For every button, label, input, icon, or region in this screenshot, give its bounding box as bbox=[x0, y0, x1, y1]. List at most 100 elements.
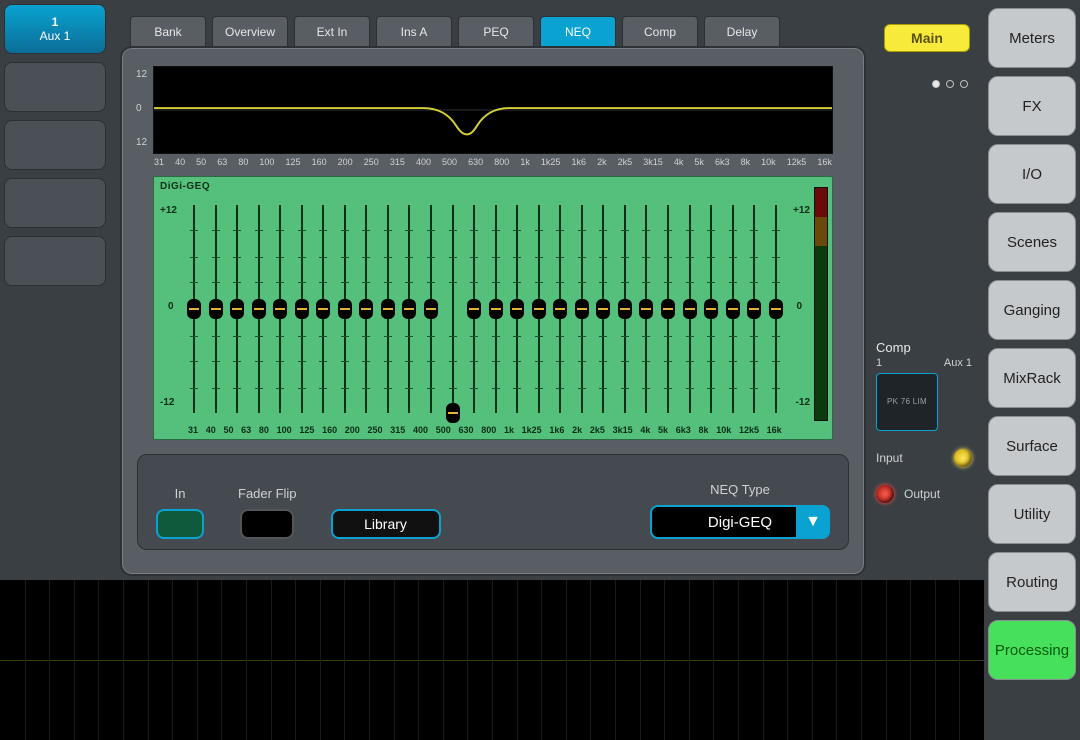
curve-x-tick: 8k bbox=[741, 157, 751, 167]
geq-band-label: 10k bbox=[716, 425, 731, 435]
geq-mark: +12 bbox=[160, 205, 177, 216]
fader-3k15[interactable] bbox=[619, 205, 631, 413]
tab-ins-a[interactable]: Ins A bbox=[376, 16, 452, 46]
nav-i-o[interactable]: I/O bbox=[988, 144, 1076, 204]
curve-x-axis: 3140506380100125160200250315400500630800… bbox=[154, 157, 832, 167]
fader-1k[interactable] bbox=[511, 205, 523, 413]
fader-flip-label: Fader Flip bbox=[238, 486, 297, 501]
fader-5k[interactable] bbox=[662, 205, 674, 413]
fader-1k25[interactable] bbox=[533, 205, 545, 413]
neq-type-select[interactable]: Digi-GEQ ▼ bbox=[650, 505, 830, 539]
geq-band-label: 630 bbox=[458, 425, 473, 435]
fader-31[interactable] bbox=[188, 205, 200, 413]
tab-bank[interactable]: Bank bbox=[130, 16, 206, 46]
fader-500[interactable] bbox=[447, 205, 459, 413]
nav-mixrack[interactable]: MixRack bbox=[988, 348, 1076, 408]
nav-fx[interactable]: FX bbox=[988, 76, 1076, 136]
fader-6k3[interactable] bbox=[684, 205, 696, 413]
tab-comp[interactable]: Comp bbox=[622, 16, 698, 46]
page-dots[interactable] bbox=[876, 80, 972, 100]
fader-40[interactable] bbox=[210, 205, 222, 413]
chevron-down-icon: ▼ bbox=[796, 505, 830, 539]
main-button-label: Main bbox=[911, 30, 943, 46]
tab-neq[interactable]: NEQ bbox=[540, 16, 616, 46]
left-slot-empty[interactable] bbox=[4, 178, 106, 228]
comp-mini-panel: Comp 1 Aux 1 PK 76 LIM Input Output bbox=[876, 80, 972, 503]
fader-4k[interactable] bbox=[640, 205, 652, 413]
fader-200[interactable] bbox=[360, 205, 372, 413]
fader-flip-toggle[interactable] bbox=[240, 509, 294, 539]
dot-2[interactable] bbox=[946, 80, 954, 88]
fader-100[interactable] bbox=[296, 205, 308, 413]
input-label: Input bbox=[876, 451, 903, 465]
left-slot-empty[interactable] bbox=[4, 120, 106, 170]
curve-x-tick: 125 bbox=[285, 157, 300, 167]
nav-processing[interactable]: Processing bbox=[988, 620, 1076, 680]
geq-band-label: 1k6 bbox=[549, 425, 564, 435]
geq-band-label: 1k25 bbox=[522, 425, 542, 435]
fader-2k5[interactable] bbox=[597, 205, 609, 413]
tab-overview[interactable]: Overview bbox=[212, 16, 288, 46]
nav-meters[interactable]: Meters bbox=[988, 8, 1076, 68]
geq-band-label: 125 bbox=[299, 425, 314, 435]
input-led-icon bbox=[954, 449, 972, 467]
left-slot-empty[interactable] bbox=[4, 62, 106, 112]
fader-250[interactable] bbox=[382, 205, 394, 413]
fader-160[interactable] bbox=[339, 205, 351, 413]
fader-10k[interactable] bbox=[727, 205, 739, 413]
fader-125[interactable] bbox=[317, 205, 329, 413]
geq-band-label: 5k bbox=[658, 425, 668, 435]
dot-1[interactable] bbox=[932, 80, 940, 88]
geq-band-label: 200 bbox=[345, 425, 360, 435]
geq-band-label: 160 bbox=[322, 425, 337, 435]
left-slot-empty[interactable] bbox=[4, 236, 106, 286]
nav-surface[interactable]: Surface bbox=[988, 416, 1076, 476]
fader-63[interactable] bbox=[253, 205, 265, 413]
fader-315[interactable] bbox=[403, 205, 415, 413]
nav-routing[interactable]: Routing bbox=[988, 552, 1076, 612]
nav-scenes[interactable]: Scenes bbox=[988, 212, 1076, 272]
geq-band-label: 50 bbox=[223, 425, 233, 435]
fader-50[interactable] bbox=[231, 205, 243, 413]
curve-x-tick: 1k6 bbox=[572, 157, 587, 167]
library-button[interactable]: Library bbox=[331, 509, 441, 539]
nav-ganging[interactable]: Ganging bbox=[988, 280, 1076, 340]
fader-1k6[interactable] bbox=[554, 205, 566, 413]
curve-x-tick: 500 bbox=[442, 157, 457, 167]
fader-800[interactable] bbox=[490, 205, 502, 413]
geq-band-label: 12k5 bbox=[739, 425, 759, 435]
curve-y-top: 12 bbox=[136, 69, 147, 80]
curve-x-tick: 1k25 bbox=[541, 157, 561, 167]
comp-heading: Comp bbox=[876, 340, 972, 355]
fader-8k[interactable] bbox=[705, 205, 717, 413]
fader-400[interactable] bbox=[425, 205, 437, 413]
fader-16k[interactable] bbox=[770, 205, 782, 413]
right-sidebar: Meters FX I/O Scenes Ganging MixRack Surface Ut… bbox=[984, 0, 1080, 740]
comp-left-sub: 1 bbox=[876, 357, 882, 369]
tab-ext-in[interactable]: Ext In bbox=[294, 16, 370, 46]
curve-x-tick: 80 bbox=[238, 157, 248, 167]
in-label: In bbox=[175, 486, 186, 501]
channel-badge[interactable]: 1 Aux 1 bbox=[4, 4, 106, 54]
curve-x-tick: 10k bbox=[761, 157, 776, 167]
fader-2k[interactable] bbox=[576, 205, 588, 413]
nav-utility[interactable]: Utility bbox=[988, 484, 1076, 544]
fader-12k5[interactable] bbox=[748, 205, 760, 413]
geq-band-label: 31 bbox=[188, 425, 198, 435]
curve-y-mid: 0 bbox=[136, 103, 142, 114]
curve-x-tick: 31 bbox=[154, 157, 164, 167]
dot-3[interactable] bbox=[960, 80, 968, 88]
fader-630[interactable] bbox=[468, 205, 480, 413]
tab-peq[interactable]: PEQ bbox=[458, 16, 534, 46]
curve-y-bot: 12 bbox=[136, 137, 147, 148]
library-label: Library bbox=[364, 516, 407, 532]
comp-thumbnail[interactable]: PK 76 LIM bbox=[876, 373, 938, 431]
main-button[interactable]: Main bbox=[884, 24, 970, 52]
fader-80[interactable] bbox=[274, 205, 286, 413]
geq-mark: -12 bbox=[796, 397, 810, 408]
geq-band-label: 250 bbox=[368, 425, 383, 435]
curve-x-tick: 160 bbox=[312, 157, 327, 167]
curve-x-tick: 2k5 bbox=[618, 157, 633, 167]
in-toggle[interactable] bbox=[156, 509, 204, 539]
tab-delay[interactable]: Delay bbox=[704, 16, 780, 46]
